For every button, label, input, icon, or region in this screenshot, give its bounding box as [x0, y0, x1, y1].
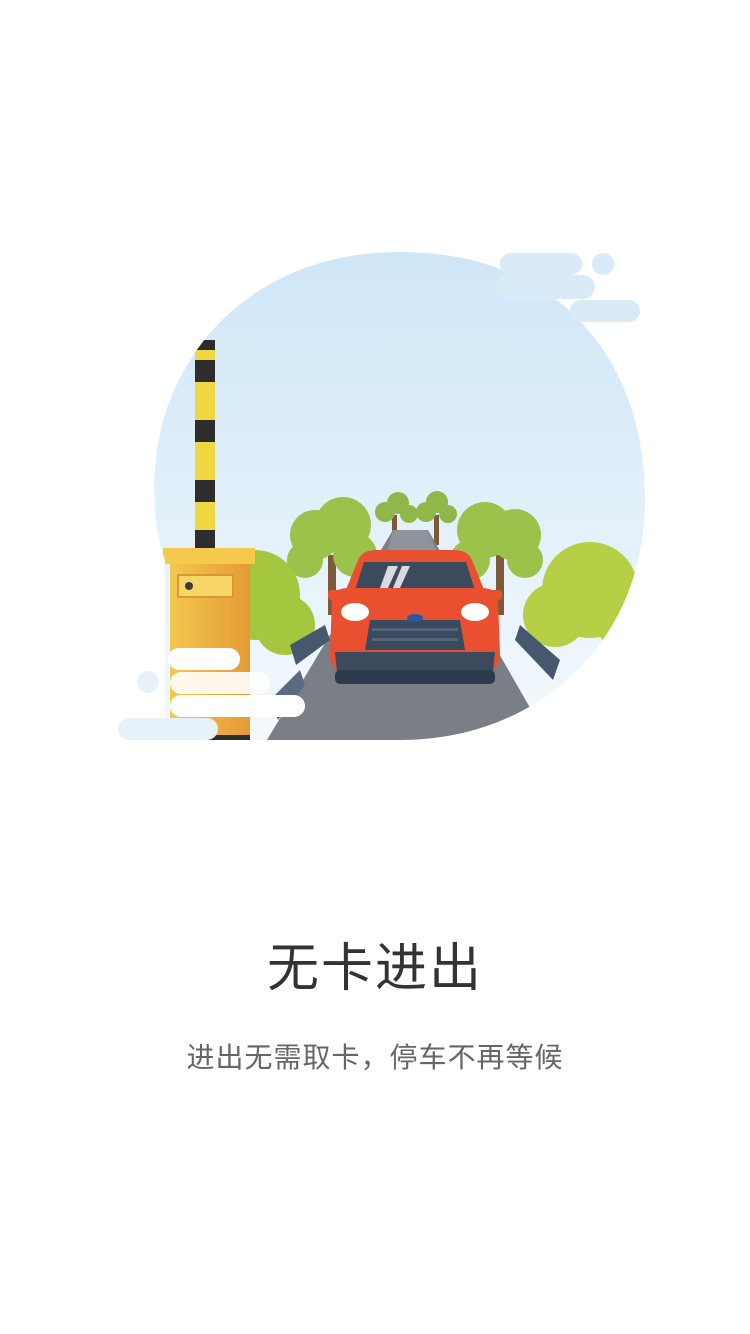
page-title: 无卡进出 [266, 939, 483, 999]
car-icon [328, 550, 502, 684]
parking-gate-illustration [118, 252, 645, 740]
barrier-pole [195, 340, 215, 555]
page-subtitle: 进出无需取卡，停车不再等候 [186, 1041, 564, 1074]
